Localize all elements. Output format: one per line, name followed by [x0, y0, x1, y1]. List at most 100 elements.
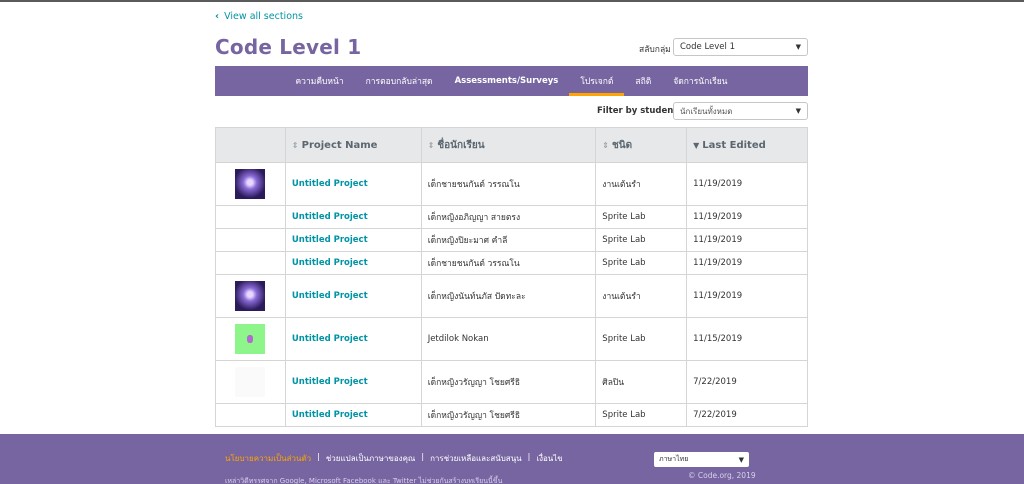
thumbnail-cell — [215, 162, 286, 206]
thumbnail-cell — [215, 228, 286, 252]
project-name-cell: Untitled Project — [284, 403, 422, 427]
project-name-cell: Untitled Project — [284, 205, 422, 229]
project-link[interactable]: Untitled Project — [292, 235, 368, 245]
table-row: Untitled Project เด็กหญิงวรัญญา โชยศรีธิ S… — [215, 403, 808, 427]
language-select-value: ภาษาไทย — [659, 455, 689, 463]
copyright: © Code.org, 2019 — [688, 471, 756, 480]
page-title: Code Level 1 — [215, 35, 362, 59]
student-cell: Jetdilok Nokan — [420, 317, 597, 361]
tab-bar: ความคืบหน้า การตอบกลับล่าสุด Assessments/S… — [215, 66, 808, 96]
project-name-cell: Untitled Project — [284, 228, 422, 252]
tab-5[interactable]: จัดการนักเรียน — [662, 66, 738, 96]
last-edited-cell: 11/19/2019 — [686, 205, 808, 229]
project-name-column-header[interactable]: ⇕ Project Name — [284, 127, 422, 163]
project-name-cell: Untitled Project — [284, 251, 422, 275]
section-select[interactable]: Code Level 1 ▼ — [673, 38, 808, 56]
project-link[interactable]: Untitled Project — [292, 179, 368, 189]
project-thumbnail[interactable] — [235, 169, 266, 199]
last-edited-cell: 11/15/2019 — [686, 317, 808, 361]
table-header-row: ⇕ Project Name ⇕ ชื่อนักเรียน ⇕ ชนิด ▼ Last … — [215, 127, 808, 163]
table-row: Untitled Project เด็กชายชนกันต์ วรรณโน Spr… — [215, 251, 808, 275]
table-row: Untitled Project Jetdilok Nokan Sprite Lab… — [215, 317, 808, 361]
sort-desc-icon: ▼ — [693, 140, 700, 150]
last-edited-cell: 11/19/2019 — [686, 162, 808, 206]
view-all-sections-link[interactable]: ‹ View all sections — [215, 11, 303, 22]
last-edited-cell: 7/22/2019 — [686, 403, 808, 427]
projects-table: ⇕ Project Name ⇕ ชื่อนักเรียน ⇕ ชนิด ▼ Last … — [215, 127, 808, 427]
type-cell: Sprite Lab — [595, 251, 688, 275]
table-row: Untitled Project เด็กหญิงปิยะมาศ คำลี Spri… — [215, 228, 808, 252]
footer-link-2[interactable]: การช่วยเหลือและสนับสนุน — [430, 452, 522, 465]
student-cell: เด็กชายชนกันต์ วรรณโน — [420, 251, 597, 275]
thumbnail-cell — [215, 360, 286, 404]
project-link[interactable]: Untitled Project — [292, 291, 368, 301]
last-edited-cell: 11/19/2019 — [686, 251, 808, 275]
tab-3[interactable]: โปรเจกต์ — [569, 66, 625, 96]
project-link[interactable]: Untitled Project — [292, 410, 368, 420]
student-cell: เด็กชายชนกันต์ วรรณโน — [420, 162, 597, 206]
type-cell: ศิลปิน — [595, 360, 688, 404]
tab-0[interactable]: ความคืบหน้า — [285, 66, 355, 96]
language-select[interactable]: ภาษาไทย ▼ — [654, 452, 749, 467]
student-cell: เด็กหญิงวรัญญา โชยศรีธิ — [420, 403, 597, 427]
thumbnail-cell — [215, 274, 286, 318]
tab-4[interactable]: สถิติ — [624, 66, 662, 96]
footer-link-0[interactable]: นโยบายความเป็นส่วนตัว — [225, 452, 311, 465]
type-cell: Sprite Lab — [595, 205, 688, 229]
footer-links: นโยบายความเป็นส่วนตัว | ช่วยแปลเป็นภาษาของ… — [225, 452, 563, 465]
caret-down-icon: ▼ — [738, 455, 744, 464]
footer-note: เหล่าวิดีทรรศจาก Google, Microsoft Faceb… — [225, 477, 503, 484]
tab-2[interactable]: Assessments/Surveys — [444, 66, 570, 96]
student-column-header[interactable]: ⇕ ชื่อนักเรียน — [420, 127, 597, 163]
student-filter-value: นักเรียนทั้งหมด — [680, 106, 733, 116]
type-cell: งานเต้นรำ — [595, 162, 688, 206]
thumbnail-cell — [215, 251, 286, 275]
student-cell: เด็กหญิงอภิญญา สายตรง — [420, 205, 597, 229]
type-cell: Sprite Lab — [595, 403, 688, 427]
project-link[interactable]: Untitled Project — [292, 258, 368, 268]
project-name-cell: Untitled Project — [284, 274, 422, 318]
project-link[interactable]: Untitled Project — [292, 377, 368, 387]
back-link-label: View all sections — [224, 11, 303, 22]
footer-separator: | — [527, 452, 531, 461]
filter-label: Filter by student: — [597, 106, 681, 116]
thumbnail-cell — [215, 403, 286, 427]
top-border — [0, 0, 1024, 2]
sort-icon: ⇕ — [602, 140, 609, 150]
table-row: Untitled Project เด็กหญิงนันท์นภัส ปัดทะล… — [215, 274, 808, 318]
type-cell: Sprite Lab — [595, 228, 688, 252]
section-switch-label: สลับกลุ่ม — [639, 45, 671, 55]
footer-link-3[interactable]: เงื่อนไข — [536, 452, 562, 465]
type-cell: งานเต้นรำ — [595, 274, 688, 318]
last-edited-column-header[interactable]: ▼ Last Edited — [686, 127, 808, 163]
tab-1[interactable]: การตอบกลับล่าสุด — [355, 66, 444, 96]
project-thumbnail[interactable] — [235, 324, 266, 354]
thumbnail-column-header — [215, 127, 286, 163]
project-name-cell: Untitled Project — [284, 162, 422, 206]
footer-link-1[interactable]: ช่วยแปลเป็นภาษาของคุณ — [326, 452, 416, 465]
sort-icon: ⇕ — [427, 140, 435, 150]
last-edited-cell: 7/22/2019 — [686, 360, 808, 404]
table-row: Untitled Project เด็กหญิงอภิญญา สายตรง Spr… — [215, 205, 808, 229]
type-column-header[interactable]: ⇕ ชนิด — [595, 127, 688, 163]
student-filter-select[interactable]: นักเรียนทั้งหมด ▼ — [673, 102, 808, 120]
project-link[interactable]: Untitled Project — [292, 212, 368, 222]
student-cell: เด็กหญิงนันท์นภัส ปัดทะละ — [420, 274, 597, 318]
type-cell: Sprite Lab — [595, 317, 688, 361]
project-link[interactable]: Untitled Project — [292, 334, 368, 344]
footer-separator: | — [317, 452, 320, 461]
footer-separator: | — [421, 452, 425, 461]
caret-down-icon: ▼ — [795, 43, 801, 51]
table-row: Untitled Project เด็กชายชนกันต์ วรรณโน งาน… — [215, 162, 808, 206]
table-row: Untitled Project เด็กหญิงวรัญญา โชยศรีธิศ… — [215, 360, 808, 404]
caret-down-icon: ▼ — [795, 107, 801, 115]
project-thumbnail[interactable] — [235, 281, 266, 311]
chevron-left-icon: ‹ — [215, 11, 220, 22]
thumbnail-cell — [215, 205, 286, 229]
footer: นโยบายความเป็นส่วนตัว | ช่วยแปลเป็นภาษาของ… — [0, 434, 1024, 484]
project-thumbnail[interactable] — [235, 367, 266, 397]
section-select-value: Code Level 1 — [680, 42, 736, 52]
sort-icon: ⇕ — [291, 140, 299, 150]
project-name-cell: Untitled Project — [284, 317, 422, 361]
project-name-cell: Untitled Project — [284, 360, 422, 404]
